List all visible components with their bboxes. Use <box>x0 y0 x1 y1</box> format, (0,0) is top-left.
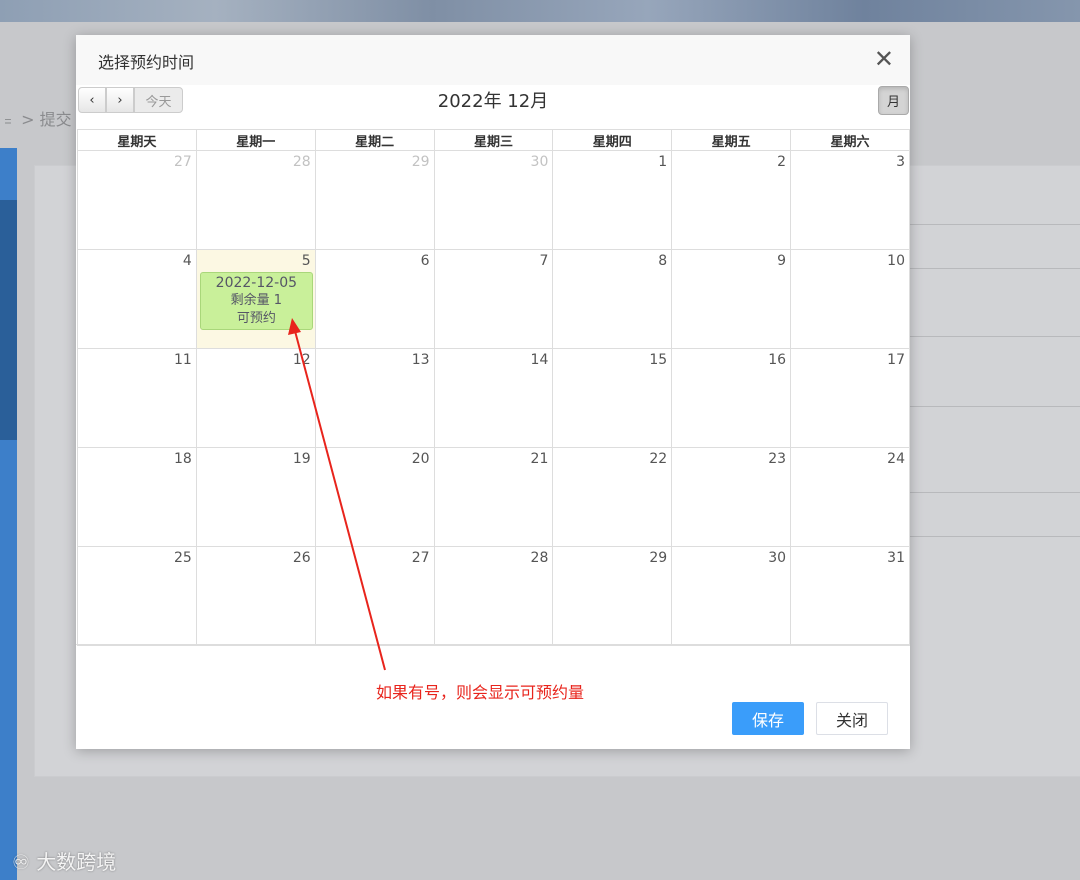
divider <box>910 336 1080 337</box>
booking-time-dialog: 选择预约时间 ✕ ‹ › 今天 2022年 12月 月 星期天 星期一 星期二 … <box>76 35 910 749</box>
close-button[interactable]: 关闭 <box>816 702 888 735</box>
save-button[interactable]: 保存 <box>732 702 804 735</box>
watermark-logo: ♾ 大数跨境 <box>12 846 116 875</box>
divider <box>910 224 1080 225</box>
divider <box>910 406 1080 407</box>
sidebar-active-section <box>0 200 17 440</box>
divider <box>910 492 1080 493</box>
annotation-text: 如果有号，则会显示可预约量 <box>376 683 585 702</box>
annotation-arrow <box>288 318 386 671</box>
divider <box>910 268 1080 269</box>
watermark-text: 大数跨境 <box>36 850 117 874</box>
divider <box>910 536 1080 537</box>
logo-icon: ♾ <box>12 850 30 874</box>
breadcrumb: ﹦ > 提交 <box>0 110 72 129</box>
top-banner-image <box>0 0 1080 22</box>
